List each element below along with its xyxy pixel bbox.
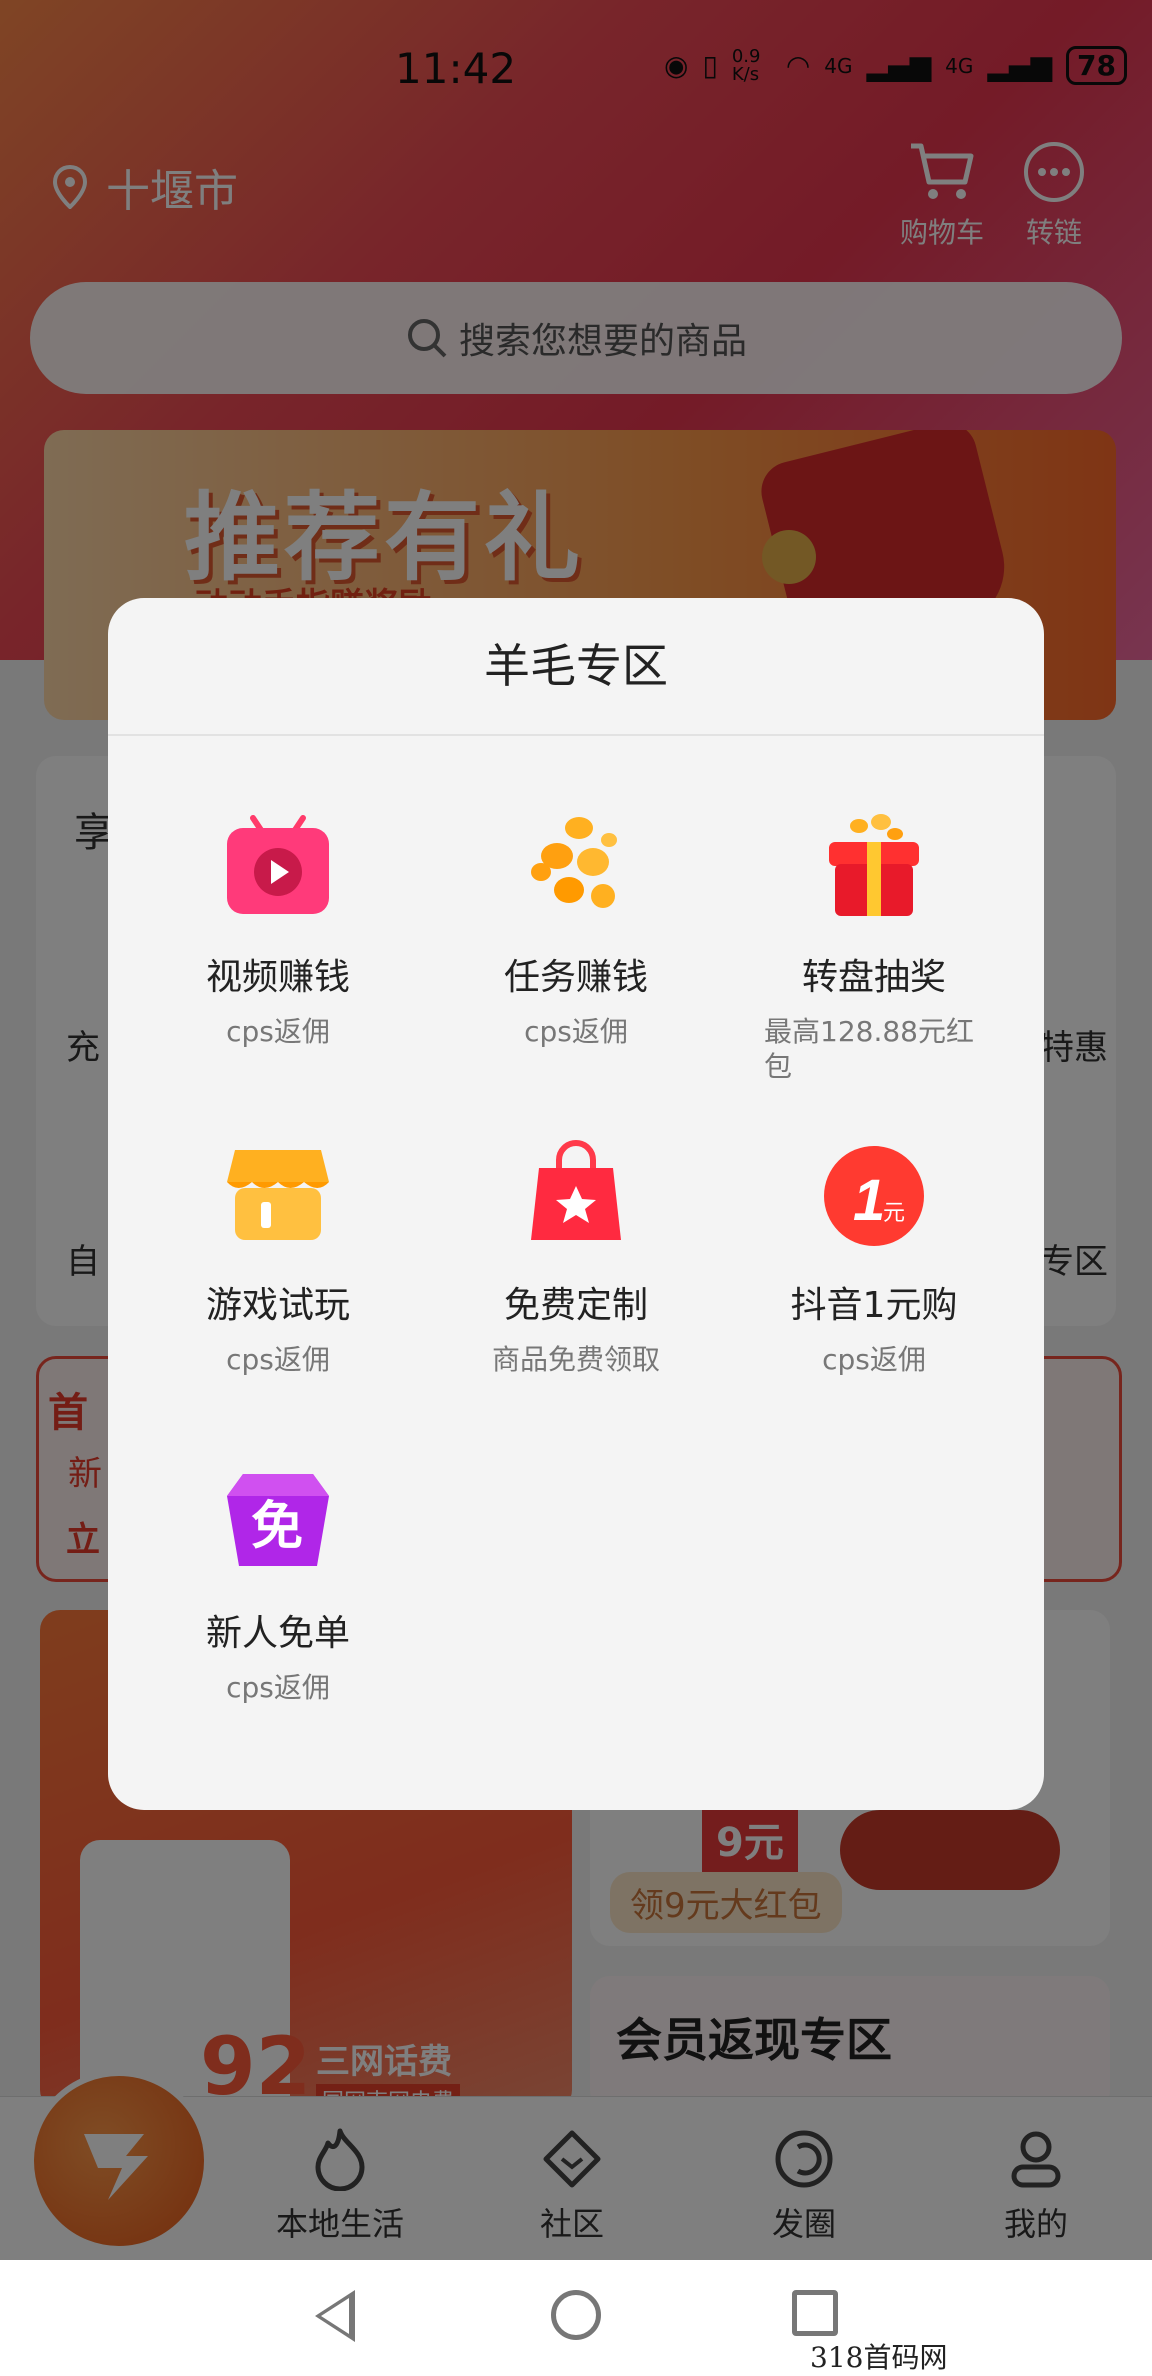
grid-item-label: 抖音1元购: [790, 1285, 958, 1326]
svg-text:免: 免: [251, 1497, 303, 1557]
grid-item-game-trial[interactable]: 游戏试玩 cps返佣: [128, 1138, 428, 1377]
grid-item-sub: cps返佣: [226, 1671, 330, 1704]
grid-item-free-custom[interactable]: 免费定制 商品免费领取: [426, 1138, 726, 1377]
grid-item-label: 任务赚钱: [503, 957, 648, 998]
modal-title: 羊毛专区: [108, 598, 1044, 736]
grid-item-sub: cps返佣: [822, 1343, 926, 1376]
recents-icon[interactable]: [792, 2290, 838, 2336]
grid-item-label: 视频赚钱: [205, 957, 350, 998]
grid-item-video-earn[interactable]: 视频赚钱 cps返佣: [128, 810, 428, 1049]
grid-item-task-earn[interactable]: 任务赚钱 cps返佣: [426, 810, 726, 1049]
grid-item-sub: cps返佣: [524, 1015, 628, 1048]
grid-item-sub: 商品免费领取: [491, 1343, 660, 1376]
grid-item-sub: cps返佣: [226, 1343, 330, 1376]
gold-nuggets-icon: [521, 810, 631, 920]
grid-item-sub: cps返佣: [226, 1015, 330, 1048]
grid-item-sub: 最高128.88元红包: [764, 1015, 974, 1083]
grid-item-label: 转盘抽奖: [801, 957, 946, 998]
app-screen: 11:42 ◉ ▯ 0.9 K/s ◠ 4G ▂▄▆ 4G ▂▄▆ 78 十堰市…: [0, 0, 1152, 2376]
watermark: 318首码网 www.e318.com: [810, 2341, 948, 2374]
svg-text:元: 元: [883, 1201, 905, 1226]
grid-item-newcomer-free[interactable]: 免 新人免单 cps返佣: [128, 1466, 428, 1705]
home-icon[interactable]: [551, 2290, 601, 2340]
back-icon[interactable]: [315, 2290, 355, 2342]
grid-item-label: 免费定制: [503, 1285, 648, 1326]
grid-item-douyin-one-yuan[interactable]: 1元 抖音1元购 cps返佣: [724, 1138, 1024, 1377]
free-badge-icon: 免: [223, 1466, 333, 1576]
grid-item-label: 游戏试玩: [205, 1285, 350, 1326]
shopping-bag-star-icon: [521, 1138, 631, 1248]
gift-box-icon: [819, 810, 929, 920]
grid-item-label: 新人免单: [205, 1613, 350, 1654]
svg-text:1: 1: [853, 1168, 885, 1233]
one-yuan-icon: 1元: [819, 1138, 929, 1248]
video-tv-icon: [223, 810, 333, 920]
store-icon: [223, 1138, 333, 1248]
wool-zone-modal: 羊毛专区 视频赚钱 cps返佣 任务赚钱 cps返佣 转盘抽奖 最高128.88…: [108, 598, 1044, 1810]
grid-item-lucky-wheel[interactable]: 转盘抽奖 最高128.88元红包: [724, 810, 1024, 1084]
